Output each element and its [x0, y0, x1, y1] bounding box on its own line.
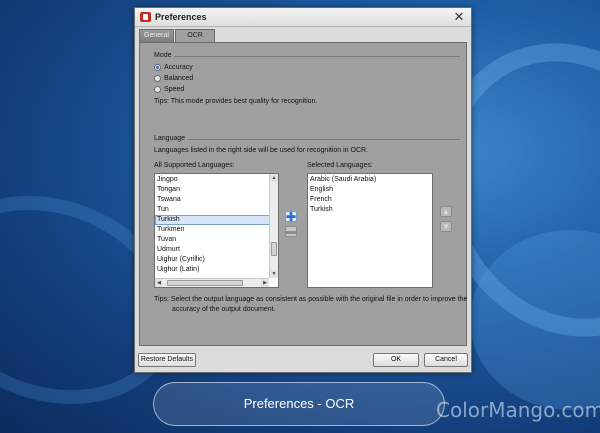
- arrow-down-icon[interactable]: ▼: [440, 221, 452, 232]
- selected-languages-items: Arabic (Saudi Arabia) English French Tur…: [308, 175, 432, 215]
- vertical-scrollbar[interactable]: ▲ ▼: [269, 174, 278, 278]
- list-item[interactable]: Turkish: [308, 205, 432, 215]
- list-item[interactable]: Uighur (Latin): [155, 265, 270, 275]
- ok-button[interactable]: OK: [373, 353, 419, 367]
- list-item[interactable]: Tuvan: [155, 235, 270, 245]
- scroll-up-icon[interactable]: ▲: [270, 174, 278, 182]
- scroll-right-icon[interactable]: ▶: [261, 279, 269, 287]
- title-bar: Preferences ✕: [135, 8, 471, 27]
- scroll-down-icon[interactable]: ▼: [270, 270, 278, 278]
- list-item[interactable]: French: [308, 195, 432, 205]
- all-languages-items: Jingpo Tongan Tswana Tun Turkish Turkmen…: [155, 175, 270, 275]
- cancel-button[interactable]: Cancel: [424, 353, 468, 367]
- radio-accuracy[interactable]: Accuracy: [154, 63, 193, 72]
- close-icon[interactable]: ✕: [452, 9, 466, 25]
- list-item[interactable]: Jingpo: [155, 175, 270, 185]
- scroll-thumb[interactable]: [167, 280, 243, 286]
- language-divider: [188, 139, 460, 140]
- list-item[interactable]: Tswana: [155, 195, 270, 205]
- ocr-panel: Mode Accuracy Balanced Speed Tips: This …: [139, 42, 467, 346]
- minus-icon[interactable]: ▬: [285, 226, 297, 237]
- radio-button-icon[interactable]: [154, 64, 161, 71]
- all-languages-list[interactable]: Jingpo Tongan Tswana Tun Turkish Turkmen…: [154, 173, 279, 288]
- mode-divider: [174, 56, 460, 57]
- list-item[interactable]: Arabic (Saudi Arabia): [308, 175, 432, 185]
- arrow-up-icon[interactable]: ▲: [440, 206, 452, 217]
- app-logo-icon: [140, 12, 151, 22]
- preferences-dialog: Preferences ✕ General OCR Mode Accuracy …: [134, 7, 472, 373]
- scroll-left-icon[interactable]: ◀: [155, 279, 163, 287]
- plus-icon[interactable]: ✚: [285, 210, 297, 224]
- screenshot-caption: Preferences - OCR: [243, 396, 355, 411]
- restore-defaults-button[interactable]: Restore Defaults: [138, 353, 196, 367]
- list-item[interactable]: Tongan: [155, 185, 270, 195]
- list-item[interactable]: Turkmen: [155, 225, 270, 235]
- list-item[interactable]: Uighur (Cyrillic): [155, 255, 270, 265]
- selected-languages-list[interactable]: Arabic (Saudi Arabia) English French Tur…: [307, 173, 433, 288]
- language-description: Languages listed in the right side will …: [154, 147, 369, 154]
- tab-general[interactable]: General: [139, 29, 174, 42]
- radio-label: Speed: [164, 86, 185, 93]
- watermark-logo: ColorMango.com: [436, 398, 600, 422]
- mode-tip: Tips: This mode provides best quality fo…: [154, 98, 318, 105]
- scroll-thumb[interactable]: [271, 242, 277, 256]
- radio-button-icon[interactable]: [154, 86, 161, 93]
- radio-label: Accuracy: [164, 64, 193, 71]
- language-tip-line1: Tips: Select the output language as cons…: [154, 296, 468, 303]
- selected-languages-label: Selected Languages:: [307, 162, 373, 169]
- language-section-title: Language: [154, 135, 186, 142]
- list-item-selected[interactable]: Turkish: [155, 215, 270, 225]
- window-title: Preferences: [155, 12, 207, 22]
- horizontal-scrollbar[interactable]: ◀ ▶: [155, 278, 269, 287]
- radio-button-icon[interactable]: [154, 75, 161, 82]
- all-languages-label: All Supported Languages:: [154, 162, 235, 169]
- mode-section-title: Mode: [154, 52, 172, 59]
- tab-ocr[interactable]: OCR: [175, 29, 215, 42]
- list-item[interactable]: Udmurt: [155, 245, 270, 255]
- list-item[interactable]: Tun: [155, 205, 270, 215]
- radio-speed[interactable]: Speed: [154, 85, 184, 94]
- radio-balanced[interactable]: Balanced: [154, 74, 193, 83]
- language-tip-line2: accuracy of the output document.: [172, 306, 276, 313]
- list-item[interactable]: English: [308, 185, 432, 195]
- radio-label: Balanced: [164, 75, 194, 82]
